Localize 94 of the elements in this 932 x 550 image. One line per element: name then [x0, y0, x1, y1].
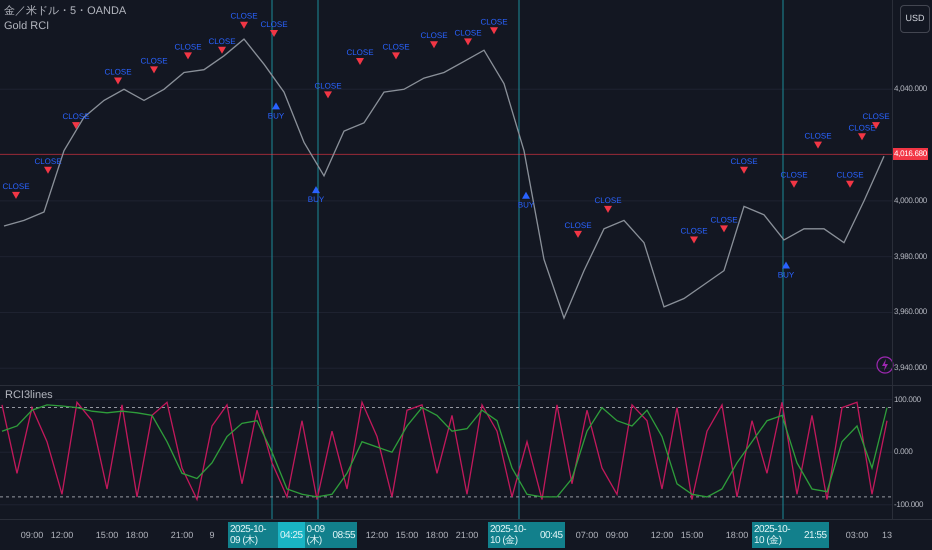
close-signal-label: CLOSE: [680, 226, 708, 236]
down-triangle-icon: [846, 180, 854, 188]
down-triangle-icon: [392, 52, 400, 60]
down-triangle-icon: [184, 52, 192, 60]
down-triangle-icon: [690, 236, 698, 244]
price-axis-label: 3,960.000: [894, 306, 927, 318]
up-triangle-icon: [312, 186, 320, 194]
time-axis-label: 03:00: [846, 529, 868, 542]
symbol-title: 金／米ドル・5・OANDA: [4, 4, 126, 19]
price-axis-label: 3,940.000: [894, 362, 927, 374]
close-signal-label: CLOSE: [104, 67, 132, 76]
time-axis-label: 18:00: [726, 529, 748, 542]
down-triangle-icon: [574, 230, 582, 238]
time-axis-label: 12:00: [650, 529, 674, 542]
down-triangle-icon: [430, 41, 438, 48]
price-axis-label: 4,000.000: [894, 194, 927, 207]
down-triangle-icon: [44, 166, 52, 174]
down-triangle-icon: [814, 142, 822, 149]
close-signal-label: CLOSE: [454, 28, 482, 38]
time-axis-label: 09:00: [20, 529, 44, 542]
down-triangle-icon: [240, 22, 248, 29]
close-signal-label: CLOSE: [780, 170, 808, 180]
time-axis-label: 12:00: [50, 529, 74, 542]
down-triangle-icon: [324, 91, 332, 98]
time-axis-label: 21:00: [456, 529, 478, 542]
close-signal-label: CLOSE: [208, 36, 236, 46]
crosshair-time-label: 08:55: [330, 522, 358, 548]
close-signal-label: CLOSE: [34, 156, 62, 166]
time-axis-label: 18:00: [426, 529, 448, 542]
time-axis-label: 18:00: [126, 529, 148, 542]
rci-axis-label: -100.000: [894, 498, 924, 511]
time-axis-label: 9: [210, 529, 214, 542]
time-axis-label: 09:00: [606, 529, 628, 542]
close-signal-label: CLOSE: [594, 196, 622, 205]
close-signal-label: CLOSE: [564, 220, 592, 230]
close-signal-label: CLOSE: [382, 42, 410, 52]
time-axis-label: 13: [882, 529, 892, 542]
time-axis-label: 07:00: [576, 529, 598, 542]
close-signal-label: CLOSE: [730, 156, 758, 166]
up-triangle-icon: [522, 192, 530, 199]
close-signal-label: CLOSE: [314, 81, 342, 90]
up-triangle-icon: [782, 261, 790, 268]
down-triangle-icon: [720, 225, 728, 232]
rci-axis-label: 0.000: [894, 446, 913, 458]
time-axis-label: 15:00: [96, 529, 118, 542]
lightning-icon[interactable]: [876, 356, 894, 374]
down-triangle-icon: [604, 206, 612, 213]
crosshair-time-label: 2025-10-09 (木): [228, 522, 278, 548]
indicator-title: Gold RCI: [4, 19, 50, 34]
price-axis-label: 4,040.000: [894, 83, 927, 96]
close-signal-label: CLOSE: [420, 31, 448, 40]
down-triangle-icon: [270, 30, 278, 38]
buy-signal-label: BUY: [308, 195, 324, 204]
current-price-label: 4,016.680: [893, 148, 928, 160]
time-axis-label: 15:00: [396, 529, 418, 542]
close-signal-label: CLOSE: [710, 215, 738, 224]
buy-signal-label: BUY: [518, 200, 534, 210]
buy-signal-label: BUY: [778, 270, 794, 280]
time-axis-label: 12:00: [366, 529, 388, 542]
down-triangle-icon: [114, 77, 122, 84]
down-triangle-icon: [740, 166, 748, 174]
close-signal-label: CLOSE: [480, 17, 508, 26]
crosshair-time-label: 04:25: [278, 522, 305, 548]
close-signal-label: CLOSE: [140, 56, 168, 66]
close-signal-label: CLOSE: [836, 170, 864, 180]
currency-button[interactable]: USD: [900, 5, 930, 33]
close-signal-label: CLOSE: [2, 182, 30, 191]
close-signal-label: CLOSE: [260, 20, 288, 30]
close-signal-label: CLOSE: [862, 112, 890, 122]
close-signal-label: CLOSE: [848, 123, 876, 132]
price-axis-label: 3,980.000: [894, 250, 927, 263]
close-signal-label: CLOSE: [62, 112, 90, 122]
close-signal-label: CLOSE: [346, 48, 374, 57]
down-triangle-icon: [150, 66, 158, 74]
time-axis-label: 15:00: [680, 529, 704, 542]
time-axis-label: 21:00: [170, 529, 194, 542]
down-triangle-icon: [72, 122, 80, 130]
close-signal-label: CLOSE: [230, 12, 258, 21]
rci-axis-label: 100.000: [894, 394, 921, 406]
crosshair-time-label: 21:55: [802, 522, 829, 548]
buy-signal-label: BUY: [268, 111, 284, 120]
down-triangle-icon: [490, 27, 498, 34]
down-triangle-icon: [464, 38, 472, 46]
crosshair-time-label: 00:45: [538, 522, 565, 548]
crosshair-time-label: 2025-10-10 (金): [488, 522, 538, 548]
up-triangle-icon: [272, 102, 280, 110]
crosshair-time-label: 2025-10-10 (金): [752, 522, 802, 548]
down-triangle-icon: [790, 180, 798, 188]
close-signal-label: CLOSE: [174, 42, 202, 52]
down-triangle-icon: [356, 58, 364, 65]
down-triangle-icon: [218, 46, 226, 54]
down-triangle-icon: [12, 192, 20, 199]
close-signal-label: CLOSE: [804, 132, 832, 141]
crosshair-time-label: 0-09 (木): [304, 522, 331, 548]
